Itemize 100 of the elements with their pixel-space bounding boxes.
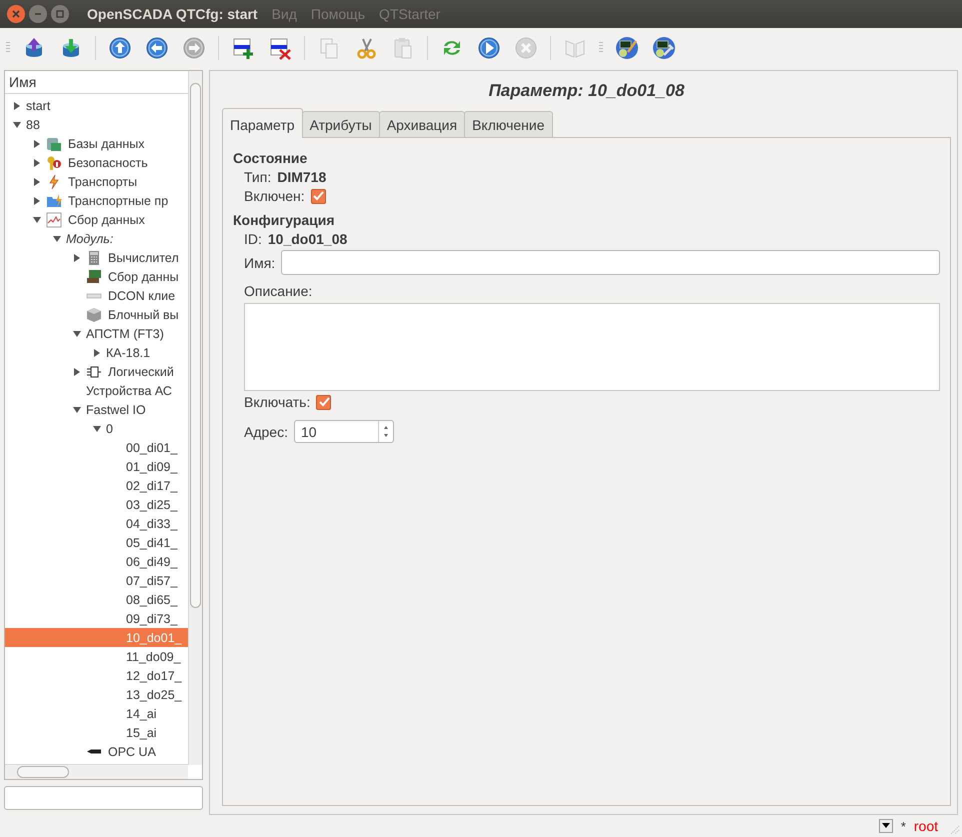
window-title: OpenSCADA QTCfg: start: [87, 6, 258, 22]
field-value: DIM718: [277, 169, 326, 185]
section-heading: Состояние: [233, 150, 308, 166]
field-value: 10_do01_08: [268, 231, 348, 247]
tree-item[interactable]: 13_do25_: [5, 685, 189, 704]
collapsed-arrow-icon[interactable]: [33, 178, 41, 186]
tree-item[interactable]: Вычислител: [5, 248, 189, 267]
field-label: ID:: [244, 231, 262, 247]
minimize-icon: [34, 13, 42, 15]
database-icon: [46, 136, 62, 152]
calculator-icon: [86, 250, 102, 266]
tree-item[interactable]: 08_di65_: [5, 590, 189, 609]
spin-box[interactable]: 10: [294, 420, 394, 443]
field-label: Включать:: [244, 394, 310, 410]
tree-item[interactable]: 00_di01_: [5, 438, 189, 457]
screen-wrench-icon: [652, 36, 676, 60]
collapsed-arrow-icon[interactable]: [33, 158, 41, 166]
expanded-arrow-icon[interactable]: [93, 424, 101, 432]
tab[interactable]: Атрибуты: [302, 111, 380, 137]
collapsed-arrow-icon[interactable]: [73, 368, 81, 376]
name-field[interactable]: [281, 250, 940, 275]
collapsed-arrow-icon[interactable]: [73, 254, 81, 262]
description-field[interactable]: [244, 303, 940, 391]
tree-item[interactable]: Блочный вы: [5, 305, 189, 324]
chart-icon: [46, 212, 62, 228]
device-icon: [86, 268, 102, 284]
horizontal-scrollbar[interactable]: [5, 764, 188, 779]
tree-item[interactable]: 01_di09_: [5, 457, 189, 476]
maximize-button[interactable]: [51, 5, 69, 23]
tab[interactable]: Параметр: [222, 108, 303, 138]
logic-block-icon: [86, 364, 102, 380]
tree-item[interactable]: 09_di73_: [5, 609, 189, 628]
page-title: Параметр: 10_do01_08: [488, 80, 684, 102]
toolbar-handle[interactable]: [6, 42, 10, 54]
plug-icon: [86, 749, 102, 754]
tree-item[interactable]: start: [5, 96, 189, 115]
tree-item[interactable]: 12_do17_: [5, 666, 189, 685]
modified-indicator: *: [900, 818, 906, 834]
tree-item[interactable]: 07_di57_: [5, 571, 189, 590]
field-label: Описание:: [244, 283, 312, 299]
tree-item[interactable]: Безопасность: [5, 153, 189, 172]
checkbox[interactable]: [316, 394, 332, 410]
key-icon: [46, 154, 62, 170]
tree-item[interactable]: Транспорты: [5, 172, 189, 191]
tab[interactable]: Включение: [464, 111, 552, 137]
tree-item[interactable]: Сбор данных: [5, 210, 189, 229]
caret-icon: [882, 823, 890, 829]
vertical-scrollbar[interactable]: [188, 71, 202, 765]
collapsed-arrow-icon[interactable]: [33, 196, 41, 204]
tree-item[interactable]: 14_ai: [5, 704, 189, 723]
tree-item[interactable]: Базы данных: [5, 134, 189, 153]
tree-item[interactable]: DCON клие: [5, 286, 189, 305]
tree-item[interactable]: Модуль:: [5, 229, 189, 248]
tree-item[interactable]: Устройства АС: [5, 381, 189, 400]
user-name: root: [914, 818, 938, 834]
close-button[interactable]: [7, 5, 25, 23]
resize-grip-icon[interactable]: [950, 825, 960, 835]
maximize-icon: [56, 10, 64, 18]
cube-icon: [86, 306, 102, 322]
expanded-arrow-icon[interactable]: [73, 330, 81, 338]
tree-item[interactable]: 05_di41_: [5, 533, 189, 552]
tree-item[interactable]: 0: [5, 419, 189, 438]
expanded-arrow-icon[interactable]: [73, 406, 81, 414]
field-label: Включен:: [244, 188, 305, 204]
tree-item[interactable]: Транспортные пр: [5, 191, 189, 210]
collapsed-arrow-icon[interactable]: [93, 348, 101, 356]
section-heading: Конфигурация: [233, 212, 336, 228]
minimize-button[interactable]: [29, 5, 47, 23]
tree-item[interactable]: 03_di25_: [5, 495, 189, 514]
tree-item[interactable]: 15_ai: [5, 723, 189, 742]
play-icon: [477, 36, 501, 60]
field-label: Адрес:: [244, 424, 288, 440]
close-icon: [12, 10, 20, 18]
tree-item[interactable]: Логический: [5, 362, 189, 381]
stop-icon: [514, 36, 538, 60]
filter-field[interactable]: [4, 786, 203, 810]
toolbar-button[interactable]: [614, 34, 640, 62]
tree-item[interactable]: 06_di49_: [5, 552, 189, 571]
tree-item[interactable]: 04_di33_: [5, 514, 189, 533]
screen-pencil-icon: [615, 36, 639, 60]
collapsed-arrow-icon[interactable]: [13, 102, 21, 110]
expanded-arrow-icon[interactable]: [33, 216, 41, 224]
tree-item[interactable]: КА-18.1: [5, 343, 189, 362]
toolbar-button[interactable]: [651, 34, 677, 62]
tree-item[interactable]: 88: [5, 115, 189, 134]
tree-item[interactable]: АПСТМ (FT3): [5, 324, 189, 343]
tree-item[interactable]: 11_do09_: [5, 647, 189, 666]
tab[interactable]: Архивация: [378, 111, 466, 137]
checkbox[interactable]: [310, 188, 326, 204]
tree-item[interactable]: Сбор данны: [5, 267, 189, 286]
delete-row-icon: [268, 36, 292, 60]
tree-item[interactable]: Fastwel IO: [5, 400, 189, 419]
toolbar-handle[interactable]: [599, 42, 603, 54]
expanded-arrow-icon[interactable]: [53, 234, 61, 242]
tree-item[interactable]: OPC UA: [5, 742, 189, 761]
dropdown-button[interactable]: [878, 819, 893, 833]
expanded-arrow-icon[interactable]: [13, 120, 21, 128]
collapsed-arrow-icon[interactable]: [33, 140, 41, 148]
field-label: Тип:: [244, 169, 272, 185]
tree-item[interactable]: 02_di17_: [5, 476, 189, 495]
